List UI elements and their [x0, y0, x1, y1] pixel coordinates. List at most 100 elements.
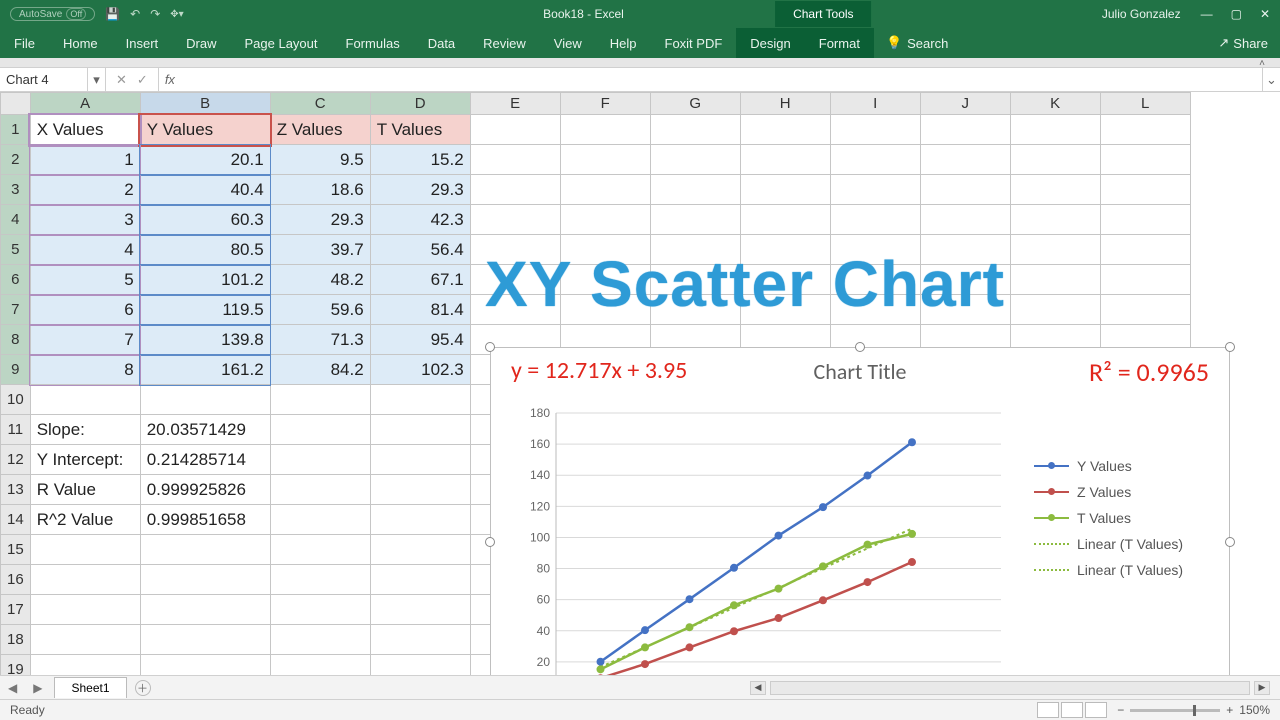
- col-header[interactable]: L: [1100, 93, 1190, 115]
- cell[interactable]: 95.4: [370, 325, 470, 355]
- row-header[interactable]: 1: [1, 115, 31, 145]
- cell[interactable]: Z Values: [270, 115, 370, 145]
- cell[interactable]: 102.3: [370, 355, 470, 385]
- cell[interactable]: 161.2: [140, 355, 270, 385]
- fx-icon[interactable]: fx: [159, 68, 181, 91]
- row-header[interactable]: 9: [1, 355, 31, 385]
- autosave-toggle[interactable]: AutoSave Off: [10, 7, 95, 21]
- cell[interactable]: 9.5: [270, 145, 370, 175]
- cell[interactable]: 60.3: [140, 205, 270, 235]
- col-header[interactable]: G: [650, 93, 740, 115]
- cell[interactable]: R^2 Value: [30, 505, 140, 535]
- tab-draw[interactable]: Draw: [172, 28, 230, 58]
- cell[interactable]: 48.2: [270, 265, 370, 295]
- cell[interactable]: 18.6: [270, 175, 370, 205]
- formula-input[interactable]: [181, 68, 1262, 91]
- row-header[interactable]: 8: [1, 325, 31, 355]
- legend-item[interactable]: Z Values: [1034, 484, 1214, 500]
- cell[interactable]: 6: [30, 295, 140, 325]
- cancel-entry-icon[interactable]: ✕: [116, 72, 127, 88]
- select-all-corner[interactable]: [1, 93, 31, 115]
- chart-object[interactable]: y = 12.717x + 3.95 Chart Title R² = 0.99…: [490, 347, 1230, 682]
- cell[interactable]: 2: [30, 175, 140, 205]
- save-icon[interactable]: 💾: [105, 7, 120, 21]
- cell[interactable]: 81.4: [370, 295, 470, 325]
- cell[interactable]: 0.999925826: [140, 475, 270, 505]
- chart-plot-area[interactable]: 0204060801001201401601800246810: [511, 403, 1011, 682]
- close-icon[interactable]: ✕: [1260, 7, 1270, 21]
- tab-page-layout[interactable]: Page Layout: [231, 28, 332, 58]
- name-box-dropdown-icon[interactable]: ▾: [88, 68, 106, 91]
- expand-formula-bar-icon[interactable]: ⌄: [1262, 68, 1280, 91]
- cell[interactable]: 20.03571429: [140, 415, 270, 445]
- add-sheet-button[interactable]: ＋: [135, 680, 151, 696]
- cell[interactable]: X Values: [30, 115, 140, 145]
- view-switcher[interactable]: [1037, 702, 1107, 718]
- enter-entry-icon[interactable]: ✓: [137, 72, 148, 88]
- legend-item[interactable]: Y Values: [1034, 458, 1214, 474]
- cell[interactable]: 59.6: [270, 295, 370, 325]
- zoom-in-icon[interactable]: +: [1226, 703, 1233, 717]
- tab-design[interactable]: Design: [736, 28, 804, 58]
- cell[interactable]: 40.4: [140, 175, 270, 205]
- col-header[interactable]: K: [1010, 93, 1100, 115]
- cell[interactable]: 0.999851658: [140, 505, 270, 535]
- row-header[interactable]: 6: [1, 265, 31, 295]
- minimize-icon[interactable]: —: [1201, 7, 1213, 21]
- cell[interactable]: 29.3: [270, 205, 370, 235]
- sheet-nav-next-icon[interactable]: ▶: [25, 681, 50, 695]
- cell[interactable]: 5: [30, 265, 140, 295]
- cell[interactable]: 4: [30, 235, 140, 265]
- cell[interactable]: 8: [30, 355, 140, 385]
- tab-file[interactable]: File: [0, 28, 49, 58]
- cell[interactable]: Slope:: [30, 415, 140, 445]
- zoom-control[interactable]: − + 150%: [1117, 703, 1270, 717]
- legend-item[interactable]: Linear (T Values): [1034, 536, 1214, 552]
- col-header[interactable]: J: [920, 93, 1010, 115]
- col-header[interactable]: A: [30, 93, 140, 115]
- redo-icon[interactable]: ↷: [150, 7, 160, 21]
- cell[interactable]: 42.3: [370, 205, 470, 235]
- cell[interactable]: 119.5: [140, 295, 270, 325]
- tab-foxit[interactable]: Foxit PDF: [651, 28, 737, 58]
- account-name[interactable]: Julio Gonzalez: [1102, 7, 1181, 21]
- cell[interactable]: 39.7: [270, 235, 370, 265]
- cell[interactable]: Y Intercept:: [30, 445, 140, 475]
- cell[interactable]: T Values: [370, 115, 470, 145]
- cell[interactable]: 3: [30, 205, 140, 235]
- tab-home[interactable]: Home: [49, 28, 112, 58]
- row-header[interactable]: 11: [1, 415, 31, 445]
- row-header[interactable]: 14: [1, 505, 31, 535]
- chart-legend[interactable]: Y Values Z Values T Values Linear (T Val…: [1034, 448, 1214, 588]
- zoom-slider[interactable]: [1130, 709, 1220, 712]
- row-header[interactable]: 7: [1, 295, 31, 325]
- row-header[interactable]: 12: [1, 445, 31, 475]
- zoom-level[interactable]: 150%: [1239, 703, 1270, 717]
- cell[interactable]: 84.2: [270, 355, 370, 385]
- cell[interactable]: R Value: [30, 475, 140, 505]
- cell[interactable]: 56.4: [370, 235, 470, 265]
- cell[interactable]: 1: [30, 145, 140, 175]
- col-header[interactable]: D: [370, 93, 470, 115]
- row-header[interactable]: 17: [1, 595, 31, 625]
- cell[interactable]: 29.3: [370, 175, 470, 205]
- row-header[interactable]: 3: [1, 175, 31, 205]
- cell[interactable]: 67.1: [370, 265, 470, 295]
- cell[interactable]: 71.3: [270, 325, 370, 355]
- name-box[interactable]: Chart 4: [0, 68, 88, 91]
- touch-mode-icon[interactable]: ✥▾: [170, 9, 183, 20]
- tab-insert[interactable]: Insert: [112, 28, 173, 58]
- row-header[interactable]: 13: [1, 475, 31, 505]
- row-header[interactable]: 5: [1, 235, 31, 265]
- cell[interactable]: 7: [30, 325, 140, 355]
- undo-icon[interactable]: ↶: [130, 7, 140, 21]
- row-header[interactable]: 2: [1, 145, 31, 175]
- cell[interactable]: 80.5: [140, 235, 270, 265]
- share-button[interactable]: ↗Share: [1206, 28, 1280, 58]
- col-header[interactable]: H: [740, 93, 830, 115]
- row-header[interactable]: 18: [1, 625, 31, 655]
- cell[interactable]: 20.1: [140, 145, 270, 175]
- row-header[interactable]: 10: [1, 385, 31, 415]
- worksheet-grid[interactable]: A B C D E F G H I J K L 1 X Values Y Val…: [0, 92, 1280, 682]
- col-header[interactable]: C: [270, 93, 370, 115]
